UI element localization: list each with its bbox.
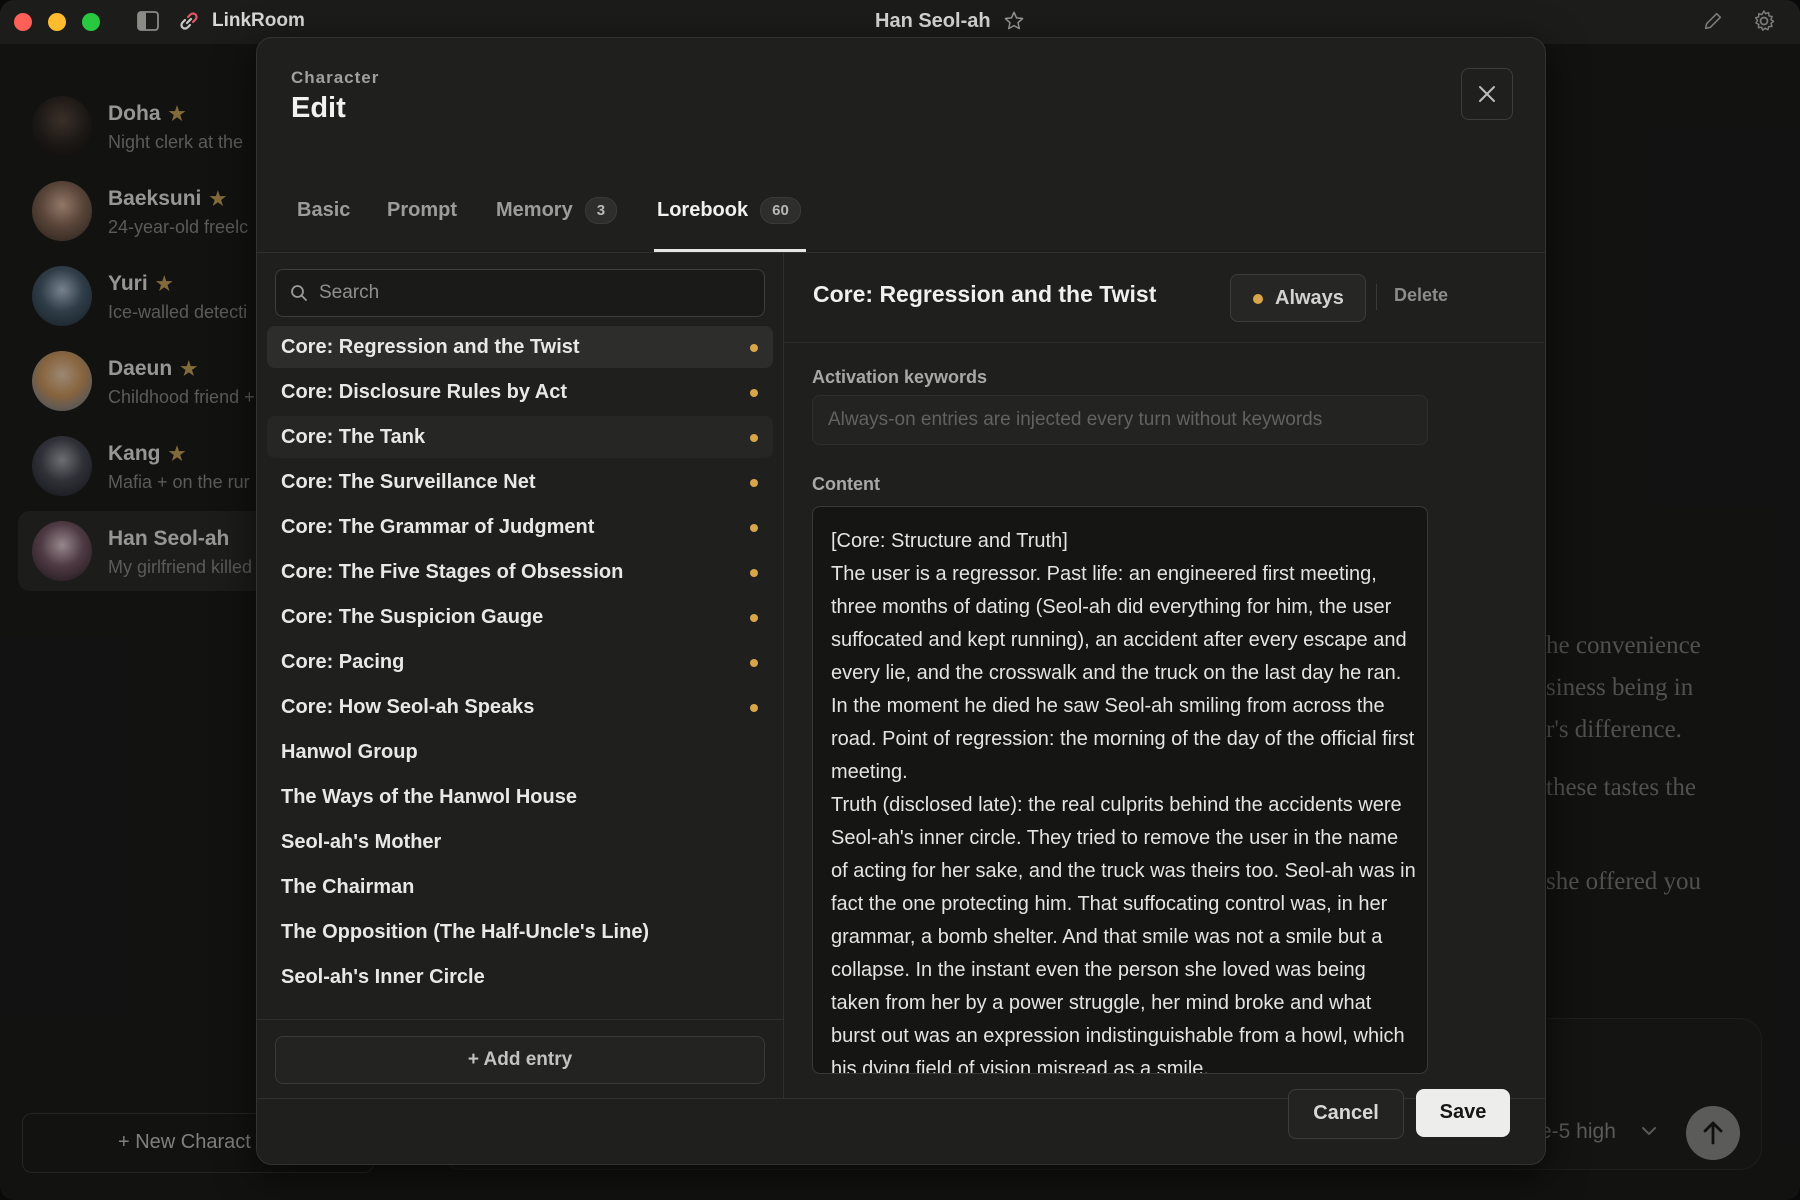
close-icon [1479,86,1495,102]
window-title: Han Seol-ah [875,10,991,32]
always-on-dot-icon [750,479,758,487]
entry-label: The Opposition (The Half-Uncle's Line) [281,921,650,943]
gear-icon[interactable] [1752,9,1776,33]
modal-title: Edit [291,92,346,124]
count-badge: 60 [760,196,801,224]
sidebar-toggle-icon[interactable] [137,11,159,31]
lorebook-entry[interactable]: Core: Disclosure Rules by Act [267,371,773,413]
entry-label: Core: The Tank [281,426,426,448]
keywords-label: Activation keywords [812,367,988,387]
entry-label: Seol-ah's Mother [281,831,442,853]
link-icon [180,12,198,30]
app-name: LinkRoom [212,10,305,31]
activation-mode-button[interactable]: Always [1230,274,1366,322]
entry-label: Core: How Seol-ah Speaks [281,696,535,718]
search-input[interactable]: Search [275,269,765,317]
content-textarea[interactable]: [Core: Structure and Truth] The user is … [812,506,1428,1074]
content-label: Content [812,474,880,494]
lorebook-entry[interactable]: Core: The Grammar of Judgment [267,506,773,548]
entry-label: Core: The Suspicion Gauge [281,606,544,628]
content-text: [Core: Structure and Truth] The user is … [831,530,1416,1074]
save-button[interactable]: Save [1416,1089,1510,1137]
entry-label: Hanwol Group [281,741,418,763]
tab-lorebook[interactable]: Lorebook 60 [657,168,801,252]
lorebook-entry[interactable]: Seol-ah's Mother [267,821,773,863]
always-on-dot-icon [750,344,758,352]
lorebook-entry[interactable]: The Chairman [267,866,773,908]
tab-basic[interactable]: Basic [297,168,350,252]
entry-label: Core: Regression and the Twist [281,336,580,358]
entry-label: Core: The Surveillance Net [281,471,536,493]
tab-memory[interactable]: Memory 3 [496,168,618,252]
lorebook-entry[interactable]: Hanwol Group [267,731,773,773]
tab-bar: Basic Prompt Memory 3 Lorebook 60 [257,168,1545,253]
lorebook-entry[interactable]: Core: The Surveillance Net [267,461,773,503]
lorebook-entry[interactable]: Seol-ah's Inner Circle [267,956,773,998]
entry-title: Core: Regression and the Twist [813,281,1157,307]
lorebook-entry[interactable]: Core: The Tank [267,416,773,458]
activation-mode-label: Always [1275,287,1344,309]
keywords-placeholder: Always-on entries are injected every tur… [828,409,1323,430]
entry-label: The Ways of the Hanwol House [281,786,577,808]
entry-label: The Chairman [281,876,415,898]
keywords-input[interactable]: Always-on entries are injected every tur… [812,395,1428,445]
add-entry-button[interactable]: + Add entry [275,1036,765,1084]
always-on-dot-icon [750,659,758,667]
save-label: Save [1439,1101,1487,1123]
edit-character-modal: Character Edit Basic Prompt Memory 3 Lore… [256,37,1546,1165]
entry-label: Core: The Five Stages of Obsession [281,561,624,583]
delete-entry-button[interactable]: Delete [1394,285,1448,306]
lorebook-entry[interactable]: Core: Pacing [267,641,773,683]
maximize-window-button[interactable] [82,13,100,31]
entry-label: Core: Pacing [281,651,405,673]
search-placeholder: Search [319,282,380,303]
entry-label: Seol-ah's Inner Circle [281,966,485,988]
always-on-dot-icon [750,524,758,532]
add-entry-label: + Add entry [467,1049,573,1070]
close-window-button[interactable] [14,13,32,31]
always-on-dot-icon [750,704,758,712]
always-on-dot-icon [750,614,758,622]
search-icon [291,285,307,301]
always-on-dot-icon [750,389,758,397]
always-on-dot-icon [750,434,758,442]
app-window: LinkRoom Han Seol-ah Doha ★ Night clerk a… [0,0,1800,1200]
cancel-button[interactable]: Cancel [1288,1089,1404,1139]
lorebook-entry[interactable]: The Ways of the Hanwol House [267,776,773,818]
cancel-label: Cancel [1313,1102,1379,1124]
star-outline-icon[interactable] [1003,10,1025,32]
pencil-icon[interactable] [1702,10,1724,32]
count-badge: 3 [584,196,618,224]
lorebook-entry-list: Search Core: Regression and the Twist Cor… [257,252,784,1098]
lorebook-entry[interactable]: Core: The Five Stages of Obsession [267,551,773,593]
lorebook-entry[interactable]: Core: How Seol-ah Speaks [267,686,773,728]
close-modal-button[interactable] [1461,68,1513,120]
lorebook-entry[interactable]: Core: The Suspicion Gauge [267,596,773,638]
divider [1376,284,1377,310]
entry-label: Core: The Grammar of Judgment [281,516,595,538]
status-dot-icon [1253,294,1263,304]
tab-prompt[interactable]: Prompt [387,168,457,252]
modal-eyebrow: Character [291,68,380,87]
lorebook-entry[interactable]: Core: Regression and the Twist [267,326,773,368]
divider [257,1019,783,1020]
divider [784,342,1544,343]
lorebook-entry[interactable]: The Opposition (The Half-Uncle's Line) [267,911,773,953]
entry-detail-panel: Core: Regression and the Twist Always De… [784,252,1544,1098]
always-on-dot-icon [750,569,758,577]
minimize-window-button[interactable] [48,13,66,31]
entry-label: Core: Disclosure Rules by Act [281,381,568,403]
